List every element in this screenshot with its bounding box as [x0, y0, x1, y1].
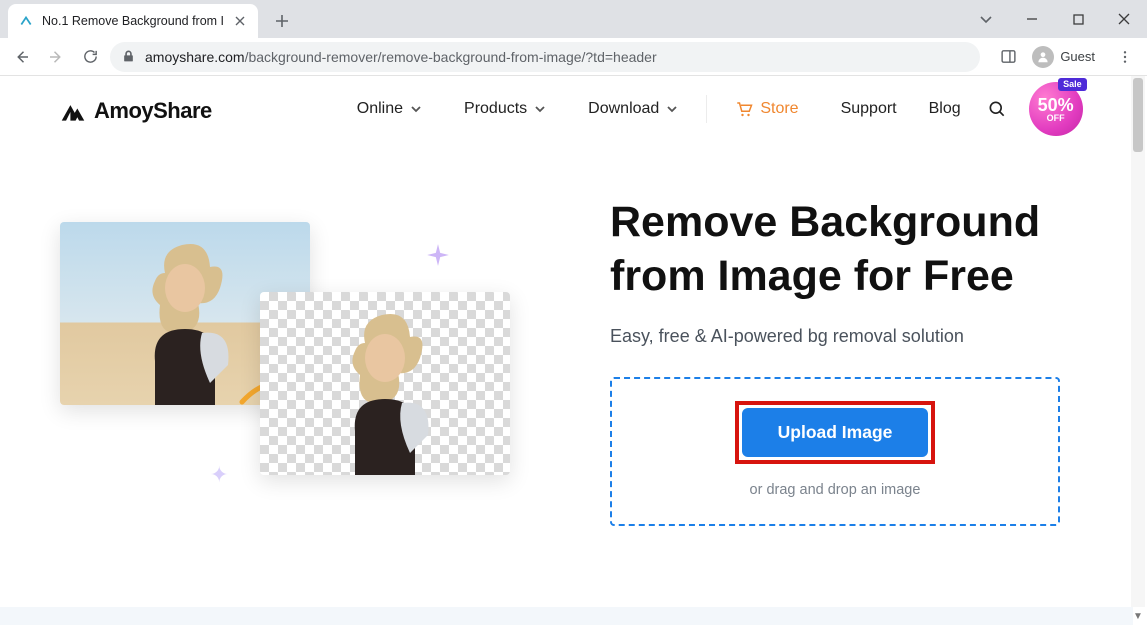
tab-overflow-icon[interactable] [963, 3, 1009, 35]
forward-button [42, 43, 70, 71]
drop-hint: or drag and drop an image [750, 482, 921, 498]
main-nav: Online Products Download [357, 100, 679, 118]
sale-off: OFF [1047, 114, 1065, 123]
brand-name: AmoyShare [94, 98, 212, 124]
nav-blog[interactable]: Blog [929, 100, 961, 118]
new-tab-button[interactable] [268, 7, 296, 35]
nav-download[interactable]: Download [588, 100, 678, 118]
url-host: amoyshare.com [145, 49, 245, 65]
lock-icon [122, 50, 135, 63]
chevron-down-icon [666, 103, 678, 115]
upload-highlight: Upload Image [735, 401, 936, 464]
nav-support[interactable]: Support [841, 100, 897, 118]
person-illustration-icon [310, 303, 460, 475]
hero-subtitle: Easy, free & AI-powered bg removal solut… [610, 326, 1087, 347]
sale-percent: 50% [1038, 96, 1074, 114]
browser-toolbar: amoyshare.com/background-remover/remove-… [0, 38, 1147, 76]
sale-badge[interactable]: Sale 50% OFF [1029, 82, 1083, 136]
secondary-nav: Support Blog [841, 100, 961, 118]
browser-tab[interactable]: No.1 Remove Background from I [8, 4, 258, 38]
profile-button[interactable]: Guest [1030, 44, 1103, 70]
tab-favicon-icon [18, 13, 34, 29]
hero-title-line2: from Image for Free [610, 252, 1014, 300]
nav-online[interactable]: Online [357, 100, 422, 118]
toolbar-right: Guest [994, 43, 1139, 71]
window-close-icon[interactable] [1101, 3, 1147, 35]
window-minimize-icon[interactable] [1009, 3, 1055, 35]
window-maximize-icon[interactable] [1055, 3, 1101, 35]
search-icon[interactable] [987, 99, 1007, 119]
hero-section: ✦ Remove Background from Image for Free … [0, 142, 1147, 526]
footer-strip [0, 607, 1133, 625]
nav-products[interactable]: Products [464, 100, 546, 118]
nav-products-label: Products [464, 100, 527, 118]
scroll-down-icon[interactable]: ▼ [1131, 608, 1145, 624]
back-button[interactable] [8, 43, 36, 71]
nav-online-label: Online [357, 100, 403, 118]
reload-button[interactable] [76, 43, 104, 71]
after-image [260, 292, 510, 475]
upload-button[interactable]: Upload Image [742, 408, 929, 457]
nav-download-label: Download [588, 100, 659, 118]
chevron-down-icon [534, 103, 546, 115]
tab-close-icon[interactable] [232, 13, 248, 29]
side-panel-icon[interactable] [994, 43, 1022, 71]
hero-title-line1: Remove Background [610, 198, 1040, 246]
nav-store-label: Store [760, 100, 798, 118]
cart-icon [735, 100, 753, 118]
scrollbar[interactable]: ▲ ▼ [1131, 76, 1145, 607]
profile-label: Guest [1060, 49, 1095, 64]
kebab-menu-icon[interactable] [1111, 43, 1139, 71]
brand-logo[interactable]: AmoyShare [60, 98, 212, 124]
hero-illustration: ✦ [60, 192, 540, 512]
nav-separator [706, 95, 707, 123]
tab-title: No.1 Remove Background from I [42, 14, 224, 28]
hero-content: Remove Background from Image for Free Ea… [610, 192, 1087, 526]
address-bar[interactable]: amoyshare.com/background-remover/remove-… [110, 42, 980, 72]
upload-dropzone[interactable]: Upload Image or drag and drop an image [610, 377, 1060, 526]
hero-title: Remove Background from Image for Free [610, 196, 1087, 304]
brand-mark-icon [60, 101, 86, 123]
chevron-down-icon [410, 103, 422, 115]
url-text: amoyshare.com/background-remover/remove-… [145, 49, 657, 65]
sale-tag: Sale [1058, 78, 1087, 91]
avatar-icon [1032, 46, 1054, 68]
sparkle-icon [425, 242, 451, 273]
nav-store[interactable]: Store [735, 100, 798, 118]
window-controls [963, 0, 1147, 38]
scroll-thumb[interactable] [1133, 78, 1143, 152]
browser-chrome: No.1 Remove Background from I [0, 0, 1147, 76]
url-path: /background-remover/remove-background-fr… [245, 49, 657, 65]
site-header: AmoyShare Online Products Download Store [0, 76, 1147, 142]
page-content: AmoyShare Online Products Download Store [0, 76, 1147, 625]
sparkle-icon: ✦ [210, 462, 228, 488]
